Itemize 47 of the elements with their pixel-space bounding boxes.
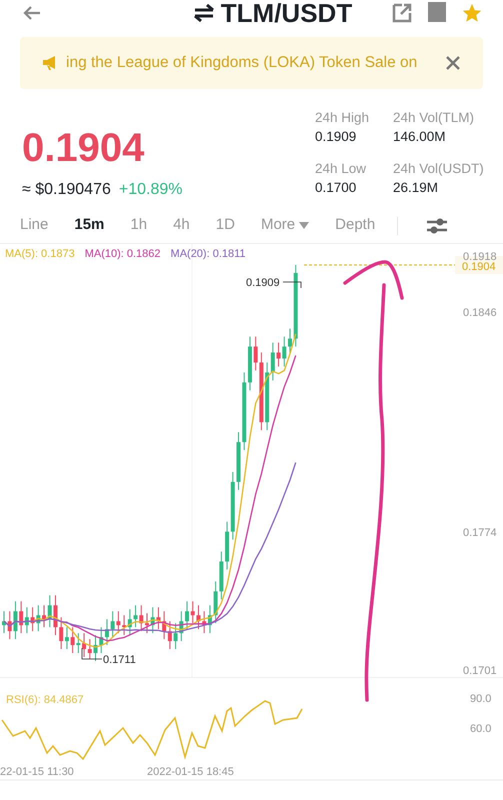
stat-label: 24h High — [315, 109, 370, 127]
moving-average-label: MA(20): 0.1811 — [170, 247, 246, 262]
stat-label: 24h Vol(USDT) — [393, 160, 485, 178]
interval-tab[interactable]: 1D — [216, 214, 235, 237]
interval-tab[interactable]: 15m — [74, 214, 104, 237]
swap-icon[interactable] — [192, 4, 215, 22]
candlestick — [288, 328, 292, 356]
close-icon[interactable] — [445, 55, 461, 71]
caret-icon — [299, 222, 310, 229]
time-axis-label: 2022-01-15 18:45 — [147, 766, 234, 778]
interval-tab[interactable]: Line — [20, 214, 48, 237]
leader-line — [82, 648, 102, 660]
time-axis-label: 22-01-15 11:30 — [0, 766, 74, 778]
rsi-axis-label: 60.0 — [470, 723, 492, 735]
rsi-label: RSI(6): 84.4867 — [6, 693, 84, 708]
stat-value: 0.1909 — [315, 128, 358, 146]
candlestick — [2, 610, 6, 634]
price-change: +10.89% — [118, 180, 182, 200]
candlestick — [145, 612, 149, 634]
stat-value: 0.1700 — [315, 179, 358, 197]
share-icon[interactable] — [391, 2, 413, 24]
price-axis-label: 0.1774 — [463, 527, 497, 539]
price-axis-label: 0.1846 — [463, 307, 497, 319]
high-price-label: 0.1909 — [246, 277, 280, 289]
pair-title: TLM/USDT — [220, 0, 352, 30]
moving-average-label: MA(10): 0.1862 — [84, 247, 161, 262]
usd-price: ≈ $0.190476 — [22, 180, 111, 200]
price-axis-label: 0.1701 — [463, 665, 497, 677]
star-icon[interactable] — [461, 2, 483, 24]
stat-value: 26.19M — [393, 179, 440, 197]
last-price: 0.1904 — [22, 126, 146, 170]
banner-text: ing the League of Kingdoms (LOKA) Token Sale on — [66, 53, 418, 74]
rsi-axis-label: 90.0 — [470, 693, 492, 705]
interval-tab[interactable]: 4h — [173, 214, 190, 237]
leader-line — [282, 282, 302, 288]
stat-label: 24h Vol(TLM) — [393, 109, 476, 127]
stat-value: 146.00M — [393, 128, 447, 146]
moving-average-label: MA(5): 0.1873 — [5, 247, 75, 262]
stat-label: 24h Low — [315, 160, 368, 178]
interval-tab[interactable]: Depth — [335, 214, 376, 237]
low-price-label: 0.1711 — [103, 654, 136, 666]
interval-tab[interactable]: 1h — [130, 214, 148, 237]
price-axis-label: 0.1918 — [463, 251, 497, 263]
more-dropdown[interactable]: More — [260, 214, 310, 237]
settings-icon[interactable] — [426, 216, 448, 234]
megaphone-icon — [42, 56, 58, 70]
last-price-tag-text: 0.1904 — [462, 261, 496, 273]
